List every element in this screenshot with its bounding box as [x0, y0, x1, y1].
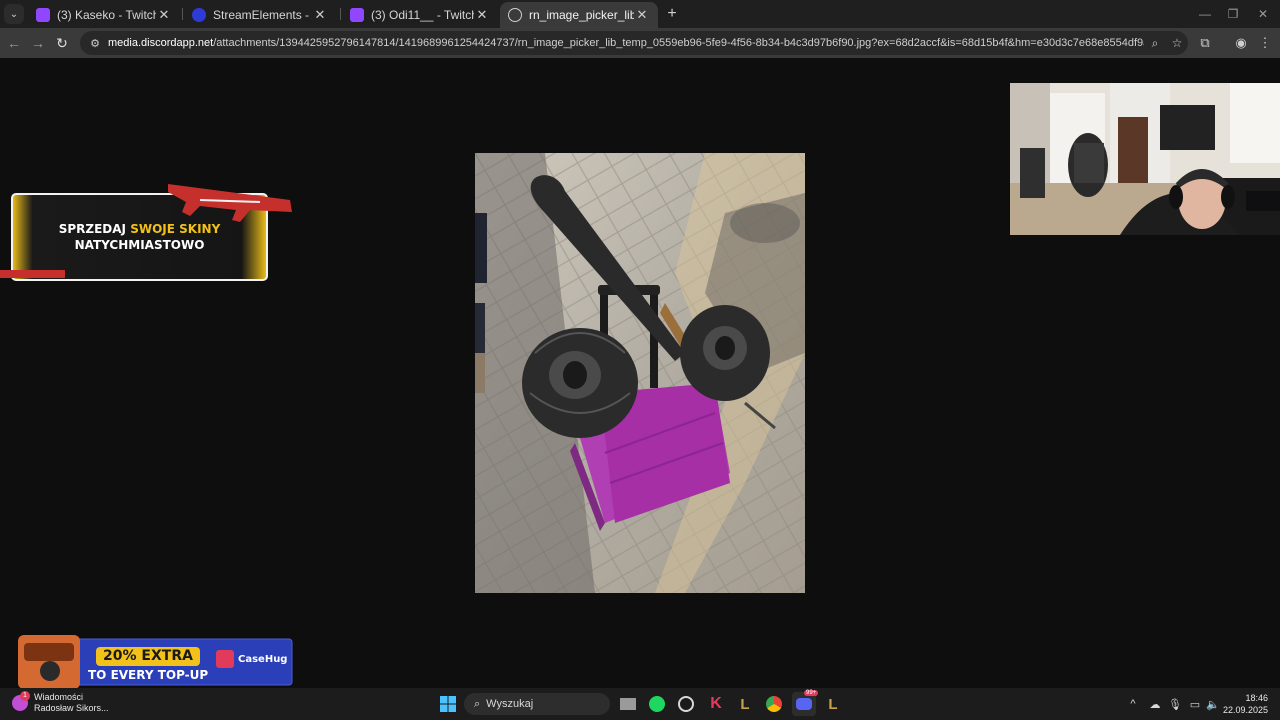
taskbar-obs[interactable] [674, 692, 698, 716]
taskbar-league-2[interactable]: L [821, 692, 845, 716]
profile-button[interactable]: ◉ [1230, 33, 1252, 53]
close-window-button[interactable]: ✕ [1248, 4, 1278, 24]
chevron-up-icon: ^ [1130, 698, 1136, 710]
taskbar-chrome[interactable] [762, 692, 786, 716]
tray-microphone[interactable]: 🎙 [1166, 696, 1184, 712]
spotify-icon [649, 696, 665, 712]
taskbar-search[interactable]: ⌕ Wyszukaj [464, 693, 610, 715]
arrow-right-icon: → [31, 35, 45, 51]
extensions-button[interactable]: ⧉ [1194, 33, 1216, 53]
tray-volume[interactable]: 🔈 [1204, 696, 1222, 712]
restore-icon: ❐ [1227, 7, 1239, 21]
discord-badge: 99+ [804, 690, 819, 696]
close-icon[interactable]: ✕ [474, 7, 490, 23]
promo-extra-text: 20% EXTRA [103, 648, 193, 664]
webcam-feed [1010, 83, 1280, 235]
close-icon[interactable]: ✕ [156, 7, 172, 23]
promo-top-text: SPRZEDAJ SWOJE SKINY NATYCHMIASTOWO [58, 222, 221, 252]
tray-onedrive[interactable]: ☁ [1146, 696, 1164, 712]
url-text[interactable]: media.discordapp.net/attachments/1394425… [108, 37, 1144, 49]
taskbar-spotify[interactable] [645, 692, 669, 716]
notification-subtitle: Radosław Sikors... [34, 703, 109, 713]
kebab-menu-icon: ⋮ [1258, 35, 1272, 50]
tab-kaseko[interactable]: (3) Kaseko - Twitch ✕ [28, 2, 180, 28]
close-icon: ✕ [1257, 7, 1269, 21]
tab-image[interactable]: rn_image_picker_lib_temp_0559 ✕ [500, 2, 658, 28]
plus-icon: + [667, 5, 677, 22]
notification-badge: 1 [20, 691, 30, 701]
notification-title: Wiadomości [34, 692, 84, 702]
monitor-icon: ▭ [1189, 698, 1201, 711]
back-button[interactable]: ← [4, 33, 24, 53]
close-icon[interactable]: ✕ [312, 7, 328, 23]
forward-button[interactable]: → [28, 33, 48, 53]
twitch-icon [36, 8, 50, 22]
windows-taskbar: 1 Wiadomości Radosław Sikors... ⌕ Wyszuk… [0, 688, 1280, 720]
maximize-button[interactable]: ❐ [1218, 4, 1248, 24]
tray-overflow-button[interactable]: ^ [1124, 696, 1142, 712]
obs-icon [678, 696, 694, 712]
address-bar[interactable]: ⚙ media.discordapp.net/attachments/13944… [80, 31, 1188, 55]
taskbar-file-explorer[interactable] [616, 692, 640, 716]
reload-button[interactable]: ↻ [52, 33, 72, 53]
tab-streamelements[interactable]: StreamElements - Activity feed ✕ [184, 2, 336, 28]
k-app-icon: K [710, 695, 722, 712]
browser-toolbar: ← → ↻ ⚙ media.discordapp.net/attachments… [0, 28, 1280, 58]
tab-search-button[interactable]: ⌄ [4, 4, 24, 24]
webcam-overlay [1010, 83, 1280, 235]
speaker-icon: 🔈 [1206, 698, 1220, 711]
bookmark-star-icon[interactable]: ☆ [1166, 36, 1188, 50]
task-view-icon [620, 698, 636, 710]
reload-icon: ↻ [56, 34, 68, 51]
streamelements-icon [192, 8, 206, 22]
globe-icon [508, 8, 522, 22]
page-viewport: SPRZEDAJ SWOJE SKINY NATYCHMIASTOWO 20% … [0, 58, 1280, 691]
league-icon: L [740, 695, 750, 713]
promo-banner-sell-skins[interactable]: SPRZEDAJ SWOJE SKINY NATYCHMIASTOWO [0, 170, 300, 290]
discord-icon [796, 698, 812, 710]
taskbar-discord[interactable]: 99+ [792, 690, 819, 716]
taskbar-league[interactable]: L [733, 692, 757, 716]
windows-logo-icon [440, 696, 456, 712]
arrow-left-icon: ← [7, 35, 21, 51]
tray-network[interactable]: ▭ [1186, 696, 1204, 712]
microphone-icon: 🎙 [1168, 698, 1182, 711]
photo-suitcase-with-helmets [475, 153, 805, 593]
tab-odi11[interactable]: (3) Odi11__ - Twitch ✕ [342, 2, 498, 28]
tab-bar: ⌄ (3) Kaseko - Twitch ✕ StreamElements -… [0, 0, 1280, 28]
cloud-icon: ☁ [1149, 698, 1161, 711]
start-button[interactable] [436, 692, 460, 716]
promo-topup-text: TO EVERY TOP-UP [88, 668, 209, 682]
puzzle-icon: ⧉ [1200, 35, 1210, 50]
site-info-icon[interactable]: ⚙ [84, 37, 106, 50]
search-icon: ⌕ [474, 697, 481, 710]
promo-banner-casehug[interactable]: 20% EXTRA TO EVERY TOP-UP CaseHug [0, 633, 300, 691]
profile-icon: ◉ [1235, 35, 1247, 50]
taskbar-app-k[interactable]: K [704, 692, 728, 716]
menu-button[interactable]: ⋮ [1254, 33, 1276, 53]
taskbar-clock[interactable]: 18:46 22.09.2025 [1223, 692, 1268, 716]
league-icon: L [828, 695, 838, 713]
messages-app-icon: 1 [12, 691, 30, 711]
new-tab-button[interactable]: + [662, 4, 682, 24]
chevron-down-icon: ⌄ [9, 8, 19, 20]
minimize-icon: — [1199, 7, 1211, 21]
zoom-icon[interactable]: ⌕ [1144, 36, 1166, 51]
casehug-logo-text: CaseHug [238, 654, 288, 665]
chrome-icon [766, 696, 782, 712]
close-icon[interactable]: ✕ [634, 7, 650, 23]
minimize-button[interactable]: — [1190, 4, 1220, 24]
viewed-image[interactable] [475, 153, 805, 593]
notification-widget[interactable]: 1 Wiadomości Radosław Sikors... [12, 691, 109, 714]
twitch-icon [350, 8, 364, 22]
